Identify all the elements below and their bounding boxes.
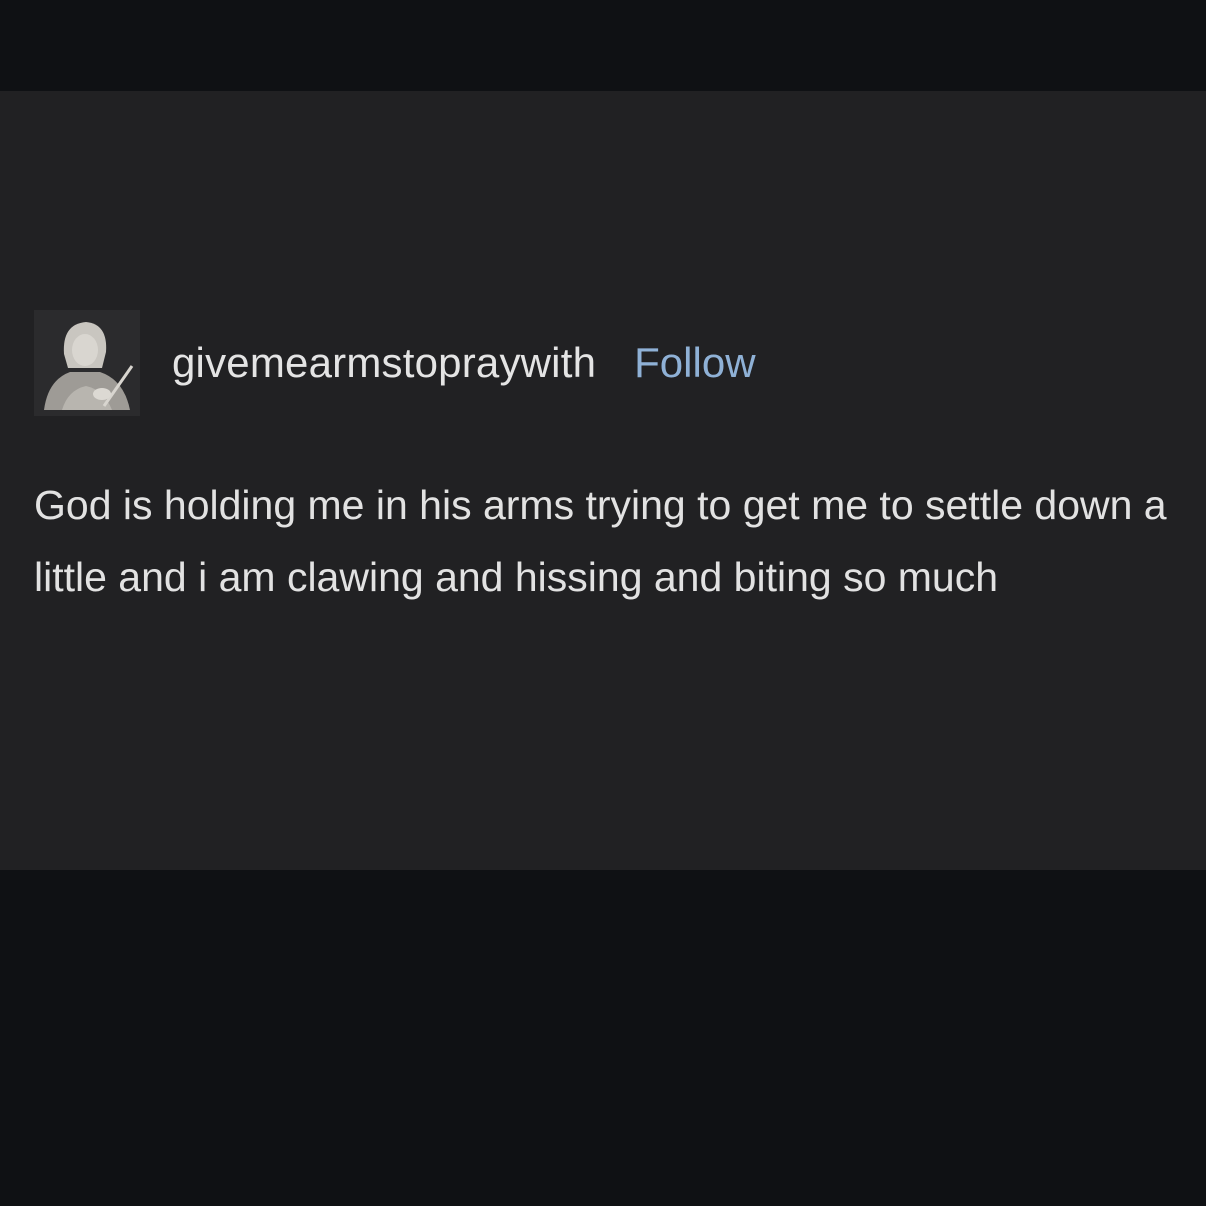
follow-button[interactable]: Follow (634, 339, 755, 387)
post-card: givemearmstopraywith Follow God is holdi… (0, 91, 1206, 870)
post-body-text: God is holding me in his arms trying to … (34, 482, 1167, 600)
post-header: givemearmstopraywith Follow (34, 310, 756, 416)
avatar[interactable] (34, 310, 140, 416)
username-link[interactable]: givemearmstopraywith (172, 339, 596, 387)
praying-figure-portrait-icon (34, 310, 140, 416)
